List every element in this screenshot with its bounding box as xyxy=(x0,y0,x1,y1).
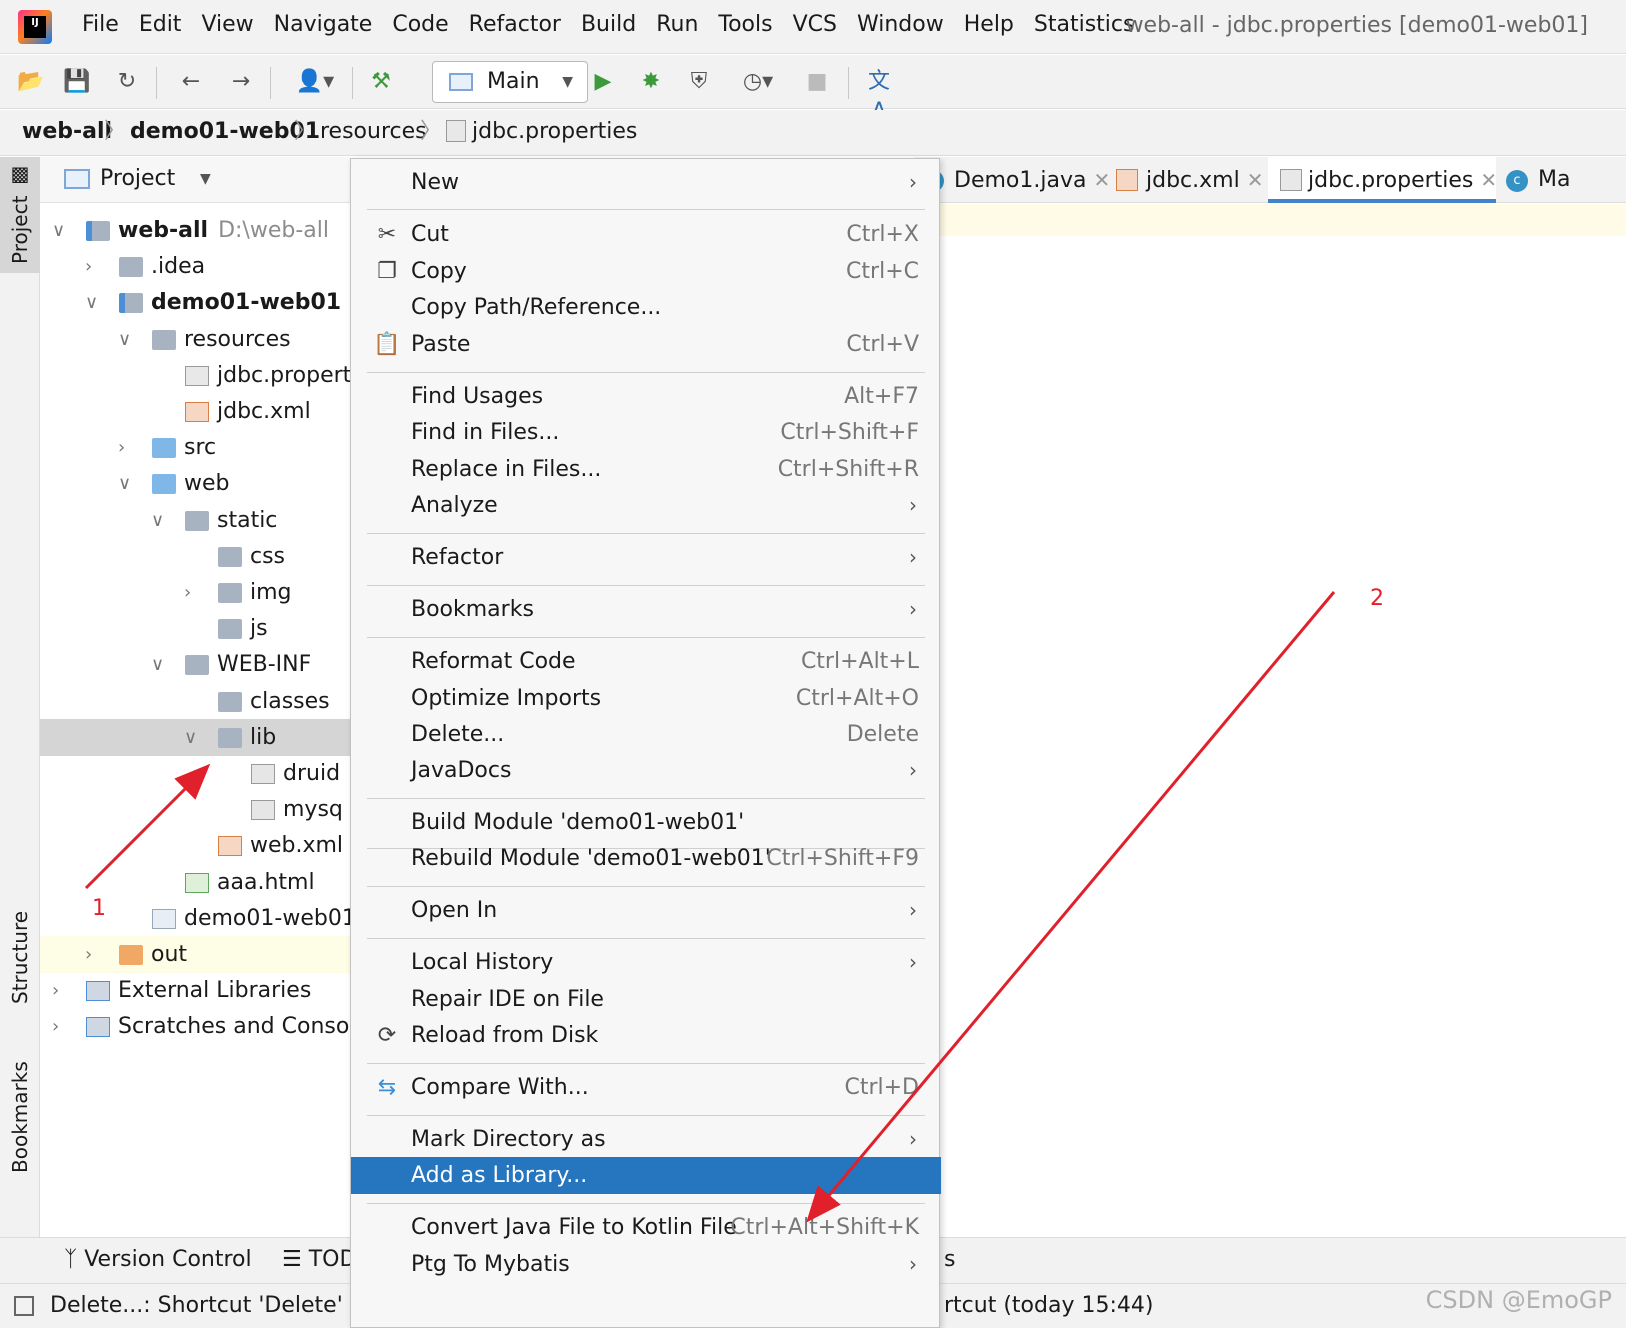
annotation-arrow-2 xyxy=(806,591,1336,1223)
annotation-arrows xyxy=(84,591,1336,1223)
annotation-label-1: 1 xyxy=(92,896,106,921)
annotation-arrow-1 xyxy=(84,763,211,890)
annotation-label-2: 2 xyxy=(1370,586,1384,611)
